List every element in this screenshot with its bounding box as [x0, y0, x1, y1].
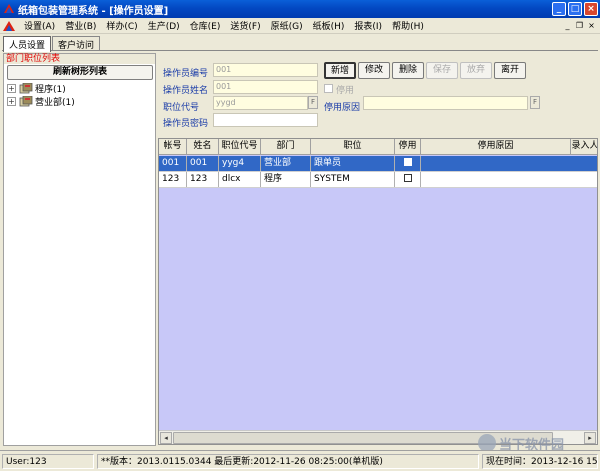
department-tree: + 程序(1) + 营业部(1)	[7, 82, 75, 108]
menu-reports[interactable]: 报表(I)	[349, 19, 387, 32]
status-version: **版本：2013.0115.0344 最后更新:2012-11-26 08:2…	[97, 454, 479, 469]
maximize-button[interactable]: □	[568, 2, 582, 16]
disable-reason-field[interactable]	[363, 96, 528, 110]
app-menu-icon[interactable]	[3, 20, 15, 31]
column-header-name[interactable]: 姓名	[187, 139, 219, 155]
discard-button[interactable]: 放弃	[460, 62, 492, 79]
title-bar: 纸箱包装管理系统 - [操作员设置] _ □ ×	[0, 0, 600, 18]
mdi-close-button[interactable]: ×	[586, 20, 597, 31]
cell-account: 123	[159, 172, 187, 187]
row-disabled-checkbox[interactable]	[403, 174, 412, 182]
operator-name-field[interactable]: 001	[213, 80, 318, 94]
add-button[interactable]: 新增	[324, 62, 356, 79]
close-button[interactable]: ×	[584, 2, 598, 16]
operator-id-field[interactable]: 001	[213, 63, 318, 77]
exit-button[interactable]: 离开	[494, 62, 526, 79]
operator-id-label: 操作员编号	[163, 69, 209, 79]
app-logo-icon	[4, 4, 14, 14]
menu-paperboard[interactable]: 纸板(H)	[308, 19, 350, 32]
cell-account: 001	[159, 156, 187, 171]
status-time: 现在时间：2013-12-16 15:	[482, 454, 598, 469]
password-label: 操作员密码	[163, 119, 209, 129]
cell-name: 123	[187, 172, 219, 187]
column-header-position[interactable]: 职位	[311, 139, 395, 155]
operator-form: 操作员编号 001 操作员姓名 001 职位代号 yygd F 操作员密码 停用…	[158, 53, 598, 137]
tab-strip: 人员设置 客户访问	[3, 36, 101, 52]
table-header: 帐号 姓名 职位代号 部门 职位 停用 停用原因 录入人	[159, 139, 597, 155]
mdi-minimize-button[interactable]: _	[562, 20, 573, 31]
edit-button[interactable]: 修改	[358, 62, 390, 79]
cell-name: 001	[187, 156, 219, 171]
menu-warehouse[interactable]: 仓库(E)	[185, 19, 226, 32]
save-button[interactable]: 保存	[426, 62, 458, 79]
column-header-entered-by[interactable]: 录入人	[571, 139, 597, 155]
tree-node-program[interactable]: + 程序(1)	[7, 82, 75, 95]
menu-business[interactable]: 营业(B)	[60, 19, 101, 32]
menu-bar: 设置(A) 营业(B) 样办(C) 生产(D) 仓库(E) 送货(F) 原纸(G…	[0, 18, 600, 34]
status-bar: User:123 **版本：2013.0115.0344 最后更新:2012-1…	[0, 450, 600, 471]
operator-name-label: 操作员姓名	[163, 86, 209, 96]
table-row[interactable]: 001 001 yyg4 营业部 跟单员	[159, 156, 597, 172]
cell-position: 跟单员	[311, 156, 395, 171]
minimize-button[interactable]: _	[552, 2, 566, 16]
operator-table: 帐号 姓名 职位代号 部门 职位 停用 停用原因 录入人 001 001 yyg…	[158, 138, 598, 445]
column-header-disable-reason[interactable]: 停用原因	[421, 139, 571, 155]
menu-delivery[interactable]: 送货(F)	[225, 19, 265, 32]
tab-customer-visits[interactable]: 客户访问	[52, 36, 101, 51]
tree-node-label: 程序(1)	[35, 85, 66, 95]
disable-reason-label: 停用原因	[324, 103, 361, 113]
cell-position-code: dlcx	[219, 172, 261, 187]
tree-node-label: 营业部(1)	[35, 98, 75, 108]
department-icon	[19, 82, 33, 94]
position-lookup-button[interactable]: F	[308, 96, 318, 109]
column-header-disabled[interactable]: 停用	[395, 139, 421, 155]
tab-divider	[2, 50, 598, 51]
reason-lookup-button[interactable]: F	[530, 96, 540, 109]
menu-help[interactable]: 帮助(H)	[387, 19, 429, 32]
row-disabled-checkbox[interactable]	[403, 158, 412, 166]
tree-node-sales-dept[interactable]: + 营业部(1)	[7, 95, 75, 108]
cell-disabled	[395, 156, 421, 171]
tab-personnel-settings[interactable]: 人员设置	[3, 36, 52, 52]
window-title: 纸箱包装管理系统 - [操作员设置]	[18, 5, 169, 17]
cell-position: SYSTEM	[311, 172, 395, 187]
column-header-department[interactable]: 部门	[261, 139, 311, 155]
delete-button[interactable]: 删除	[392, 62, 424, 79]
cell-disabled	[395, 172, 421, 187]
expand-icon[interactable]: +	[7, 84, 16, 93]
mdi-restore-button[interactable]: ❐	[574, 20, 585, 31]
menu-sample[interactable]: 样办(C)	[101, 19, 142, 32]
scroll-left-icon[interactable]: ◂	[160, 432, 172, 444]
cell-department: 程序	[261, 172, 311, 187]
password-field[interactable]	[213, 113, 318, 127]
department-position-panel: 部门职位列表 刷新树形列表 + 程序(1) + 营业部(1)	[3, 53, 156, 446]
cell-position-code: yyg4	[219, 156, 261, 171]
expand-icon[interactable]: +	[7, 97, 16, 106]
menu-base-paper[interactable]: 原纸(G)	[266, 19, 308, 32]
position-code-label: 职位代号	[163, 103, 200, 113]
column-header-position-code[interactable]: 职位代号	[219, 139, 261, 155]
status-user: User:123	[2, 454, 94, 469]
position-code-field[interactable]: yygd	[213, 96, 308, 110]
disabled-checkbox[interactable]	[324, 84, 333, 93]
cell-department: 营业部	[261, 156, 311, 171]
panel-caption: 部门职位列表	[4, 54, 155, 64]
disabled-checkbox-label: 停用	[336, 86, 355, 96]
menu-production[interactable]: 生产(D)	[143, 19, 185, 32]
department-icon	[19, 95, 33, 107]
table-row[interactable]: 123 123 dlcx 程序 SYSTEM	[159, 172, 597, 188]
column-header-account[interactable]: 帐号	[159, 139, 187, 155]
menu-settings[interactable]: 设置(A)	[19, 19, 60, 32]
refresh-tree-button[interactable]: 刷新树形列表	[7, 65, 153, 80]
